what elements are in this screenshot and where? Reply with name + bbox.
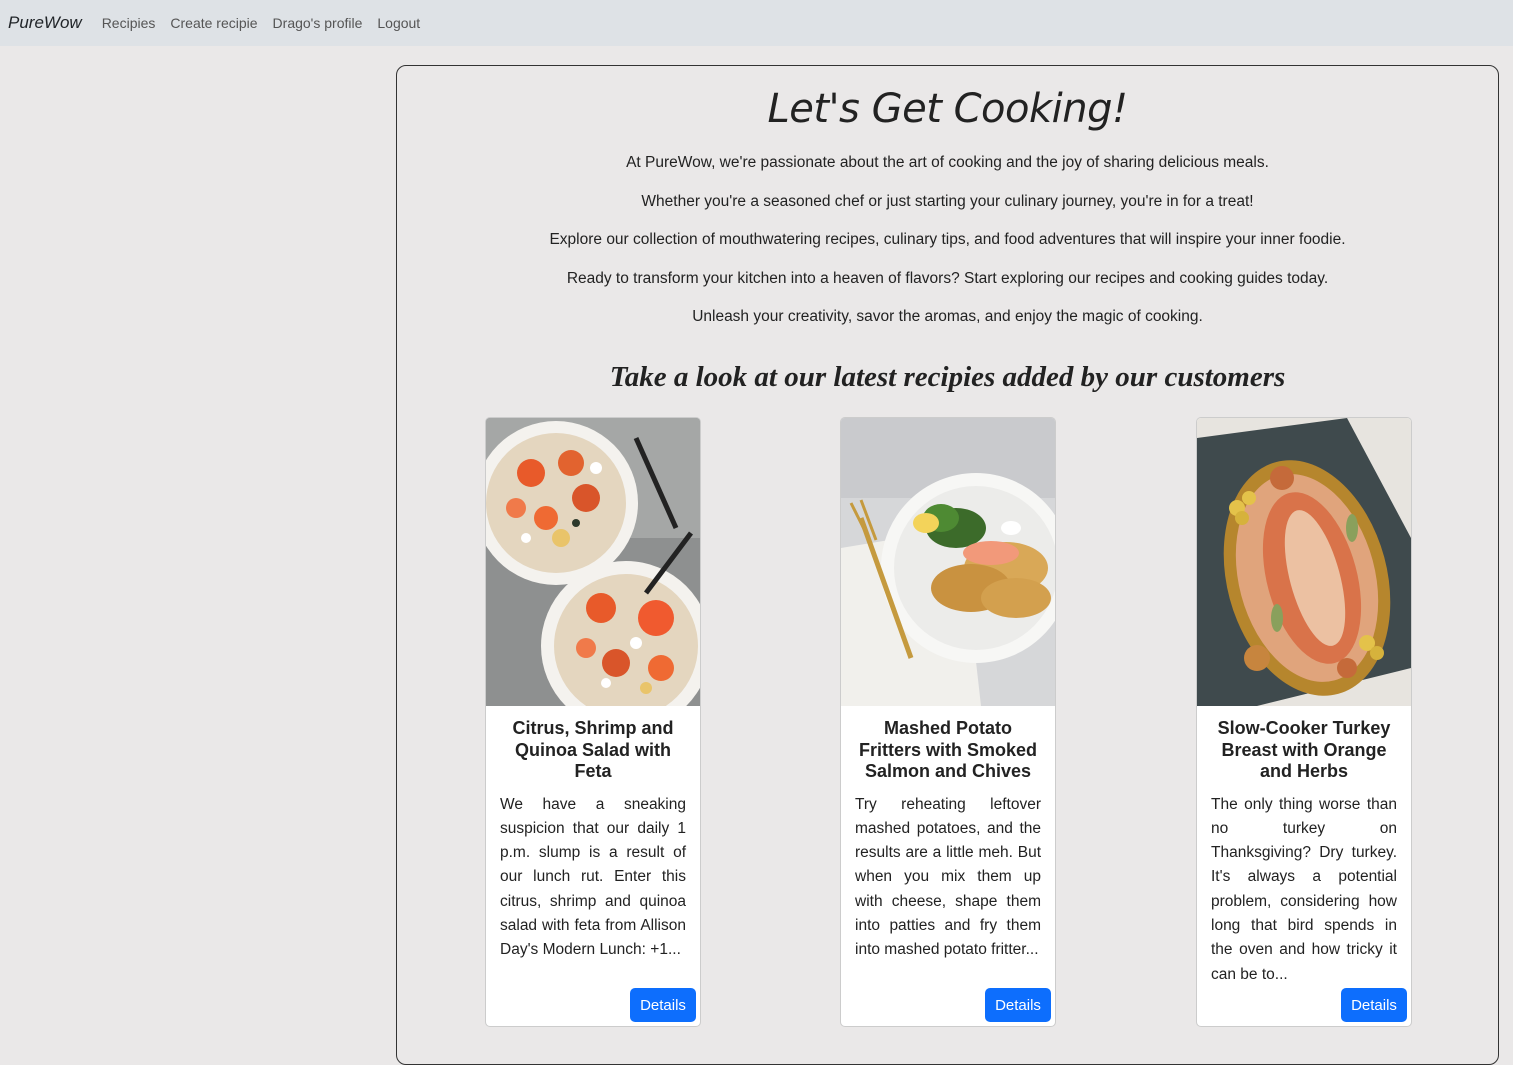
main-panel: Let's Get Cooking! At PureWow, we're pas… (396, 65, 1499, 1065)
shrimp-salad-photo (486, 418, 700, 706)
top-navbar: PureWow Recipies Create recipie Drago's … (0, 0, 1513, 46)
details-button[interactable]: Details (1341, 988, 1407, 1022)
page-title: Let's Get Cooking! (767, 86, 1128, 132)
nav-link-create-recipie[interactable]: Create recipie (170, 15, 257, 31)
details-button[interactable]: Details (630, 988, 696, 1022)
intro-text: At PureWow, we're passionate about the a… (397, 154, 1498, 347)
nav-link-profile[interactable]: Drago's profile (273, 15, 363, 31)
nav-link-recipies[interactable]: Recipies (102, 15, 156, 31)
recipe-title: Mashed Potato Fritters with Smoked Salmo… (858, 718, 1038, 781)
recipe-card: Slow-Cooker Turkey Breast with Orange an… (1196, 417, 1412, 1027)
recipe-title: Citrus, Shrimp and Quinoa Salad with Fet… (512, 718, 674, 781)
details-button[interactable]: Details (985, 988, 1051, 1022)
intro-paragraph: At PureWow, we're passionate about the a… (626, 154, 1269, 171)
intro-paragraph: Whether you're a seasoned chef or just s… (641, 192, 1254, 210)
intro-paragraph: Explore our collection of mouthwatering … (549, 231, 1346, 248)
recipe-card: Mashed Potato Fritters with Smoked Salmo… (840, 417, 1056, 1027)
intro-paragraph: Unleash your creativity, savor the aroma… (692, 308, 1203, 325)
recipe-card: Citrus, Shrimp and Quinoa Salad with Fet… (485, 417, 701, 1027)
brand-logo[interactable]: PureWow (8, 13, 82, 33)
recipe-description: We have a sneaking suspicion that our da… (500, 795, 686, 959)
recipe-description: The only thing worse than no turkey on T… (1211, 795, 1397, 983)
intro-paragraph: Ready to transform your kitchen into a h… (566, 269, 1329, 287)
latest-recipes-heading: Take a look at our latest recipies added… (609, 361, 1286, 393)
recipe-description: Try reheating leftover mashed potatoes, … (855, 795, 1041, 959)
nav-link-logout[interactable]: Logout (377, 15, 420, 31)
potato-fritters-photo (841, 418, 1055, 706)
recipe-title: Slow-Cooker Turkey Breast with Orange an… (1217, 718, 1391, 781)
turkey-breast-photo (1197, 418, 1411, 706)
